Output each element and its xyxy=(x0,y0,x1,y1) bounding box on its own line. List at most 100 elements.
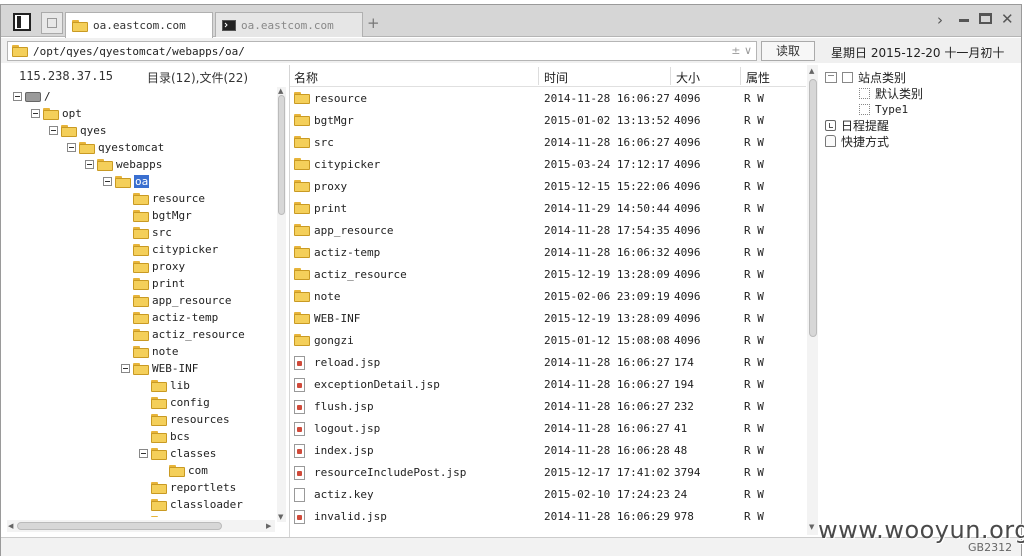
minimize-icon[interactable] xyxy=(959,19,969,22)
tree-horizontal-scrollbar[interactable]: ◀ ▶ xyxy=(7,520,275,532)
path-dropdown-icon[interactable]: ± ∨ xyxy=(731,44,752,57)
tree-node[interactable]: resources xyxy=(139,411,230,428)
tree-node[interactable]: qyestomcat xyxy=(67,139,164,156)
file-row[interactable]: logout.jsp 2014-11-28 16:06:27 41 R W xyxy=(290,417,806,439)
tree-node[interactable]: reportlets xyxy=(139,479,236,496)
file-attr: R W xyxy=(744,422,764,435)
tree-node[interactable]: WEB-INF xyxy=(121,360,198,377)
tree-vertical-scrollbar[interactable]: ▲ ▼ xyxy=(277,87,286,522)
tree-node[interactable]: lib xyxy=(139,377,190,394)
file-row[interactable]: gongzi 2015-01-12 15:08:08 4096 R W xyxy=(290,329,806,351)
scroll-up-icon[interactable]: ▲ xyxy=(278,87,283,95)
tree-node[interactable]: app_resource xyxy=(121,292,231,309)
file-row[interactable]: actiz.key 2015-02-10 17:24:23 24 R W xyxy=(290,483,806,505)
read-button[interactable]: 读取 xyxy=(761,41,815,61)
file-row[interactable]: actiz-temp 2014-11-28 16:06:32 4096 R W xyxy=(290,241,806,263)
schedule-icon xyxy=(825,119,836,131)
sidebar-item[interactable]: 站点类别 xyxy=(825,69,906,85)
folder-icon xyxy=(133,209,149,222)
file-row[interactable]: proxy 2015-12-15 15:22:06 4096 R W xyxy=(290,175,806,197)
file-attr: R W xyxy=(744,334,764,347)
new-window-button[interactable] xyxy=(41,12,63,34)
tree-node[interactable]: config xyxy=(139,394,210,411)
file-row[interactable]: reload.jsp 2014-11-28 16:06:27 174 R W xyxy=(290,351,806,373)
collapse-toggle-icon[interactable] xyxy=(31,109,40,118)
tree-node[interactable]: com xyxy=(157,462,208,479)
tree-node[interactable]: opt xyxy=(31,105,82,122)
file-attr: R W xyxy=(744,202,764,215)
file-name: actiz-temp xyxy=(314,246,381,259)
file-row[interactable]: WEB-INF 2015-12-19 13:28:09 4096 R W xyxy=(290,307,806,329)
tree-node[interactable]: actiz-temp xyxy=(121,309,218,326)
scroll-down-icon[interactable]: ▼ xyxy=(278,513,283,521)
file-row[interactable]: index.jsp 2014-11-28 16:06:28 48 R W xyxy=(290,439,806,461)
tab-inactive[interactable]: oa.eastcom.com xyxy=(215,12,363,37)
sidebar-item[interactable]: Type1 xyxy=(859,101,908,117)
tree-node-label: bcs xyxy=(170,430,190,443)
tree-node[interactable]: / xyxy=(13,88,51,105)
panel-toggle-button[interactable] xyxy=(13,13,31,31)
close-icon[interactable]: ✕ xyxy=(1001,10,1014,28)
file-name: src xyxy=(314,136,334,149)
column-time[interactable]: 时间 xyxy=(544,69,568,86)
tree-node[interactable]: note xyxy=(121,343,179,360)
file-row[interactable]: exceptionDetail.jsp 2014-11-28 16:06:27 19… xyxy=(290,373,806,395)
folder-icon xyxy=(151,447,167,460)
scroll-thumb[interactable] xyxy=(278,95,285,215)
file-row[interactable]: bgtMgr 2015-01-02 13:13:52 4096 R W xyxy=(290,109,806,131)
tree-node[interactable]: citypicker xyxy=(121,241,218,258)
scroll-right-icon[interactable]: ▶ xyxy=(266,522,271,530)
collapse-toggle-icon[interactable] xyxy=(139,449,148,458)
tree-node[interactable]: classes xyxy=(139,445,216,462)
tree-node[interactable]: proxy xyxy=(121,258,185,275)
file-attr: R W xyxy=(744,510,764,523)
sidebar-item[interactable]: 快捷方式 xyxy=(825,133,889,149)
plus-icon[interactable]: + xyxy=(367,14,380,32)
tab-active[interactable]: oa.eastcom.com xyxy=(65,12,213,38)
sidebar-item[interactable]: 日程提醒 xyxy=(825,117,889,133)
collapse-toggle-icon[interactable] xyxy=(85,160,94,169)
file-list-scrollbar[interactable]: ▲ ▼ xyxy=(807,65,818,535)
file-attr: R W xyxy=(744,136,764,149)
tree-node[interactable]: classloader xyxy=(139,496,243,513)
tree-node[interactable]: resource xyxy=(121,190,205,207)
column-attr[interactable]: 属性 xyxy=(746,69,770,86)
file-row[interactable]: flush.jsp 2014-11-28 16:06:27 232 R W xyxy=(290,395,806,417)
file-list-header: 名称 时间 大小 属性 xyxy=(290,65,806,87)
file-row[interactable]: print 2014-11-29 14:50:44 4096 R W xyxy=(290,197,806,219)
scroll-thumb[interactable] xyxy=(809,79,817,337)
scroll-thumb[interactable] xyxy=(17,522,222,530)
file-row[interactable]: resourceIncludePost.jsp 2015-12-17 17:41:… xyxy=(290,461,806,483)
maximize-icon[interactable] xyxy=(979,13,992,24)
collapse-toggle-icon[interactable] xyxy=(13,92,22,101)
tree-node[interactable]: qyes xyxy=(49,122,107,139)
file-row[interactable]: resource 2014-11-28 16:06:27 4096 R W xyxy=(290,87,806,109)
collapse-toggle-icon[interactable] xyxy=(121,364,130,373)
column-name[interactable]: 名称 xyxy=(294,69,318,86)
file-row[interactable]: src 2014-11-28 16:06:27 4096 R W xyxy=(290,131,806,153)
file-row[interactable]: note 2015-02-06 23:09:19 4096 R W xyxy=(290,285,806,307)
tree-node[interactable]: src xyxy=(121,224,172,241)
sidebar-item[interactable]: 默认类别 xyxy=(859,85,923,101)
tree-node[interactable]: oa xyxy=(103,173,150,190)
tree-node[interactable]: tags xyxy=(139,513,197,517)
file-row[interactable]: invalid.jsp 2014-11-28 16:06:29 978 R W xyxy=(290,505,806,527)
path-input[interactable]: /opt/qyes/qyestomcat/webapps/oa/ ± ∨ xyxy=(7,41,757,61)
tree-node[interactable]: bgtMgr xyxy=(121,207,192,224)
file-row[interactable]: actiz_resource 2015-12-19 13:28:09 4096 R W xyxy=(290,263,806,285)
file-row[interactable]: app_resource 2014-11-28 17:54:35 4096 R W xyxy=(290,219,806,241)
tree-node[interactable]: print xyxy=(121,275,185,292)
tree-node[interactable]: bcs xyxy=(139,428,190,445)
collapse-toggle-icon[interactable] xyxy=(49,126,58,135)
column-size[interactable]: 大小 xyxy=(676,69,700,86)
tree-node[interactable]: actiz_resource xyxy=(121,326,245,343)
collapse-toggle-icon[interactable] xyxy=(103,177,112,186)
chevron-right-icon[interactable]: › xyxy=(937,11,943,29)
scroll-down-icon[interactable]: ▼ xyxy=(809,523,814,531)
scroll-left-icon[interactable]: ◀ xyxy=(8,522,13,530)
folder-icon xyxy=(294,334,310,346)
file-row[interactable]: citypicker 2015-03-24 17:12:17 4096 R W xyxy=(290,153,806,175)
tree-node[interactable]: webapps xyxy=(85,156,162,173)
scroll-up-icon[interactable]: ▲ xyxy=(809,67,814,75)
collapse-toggle-icon[interactable] xyxy=(67,143,76,152)
